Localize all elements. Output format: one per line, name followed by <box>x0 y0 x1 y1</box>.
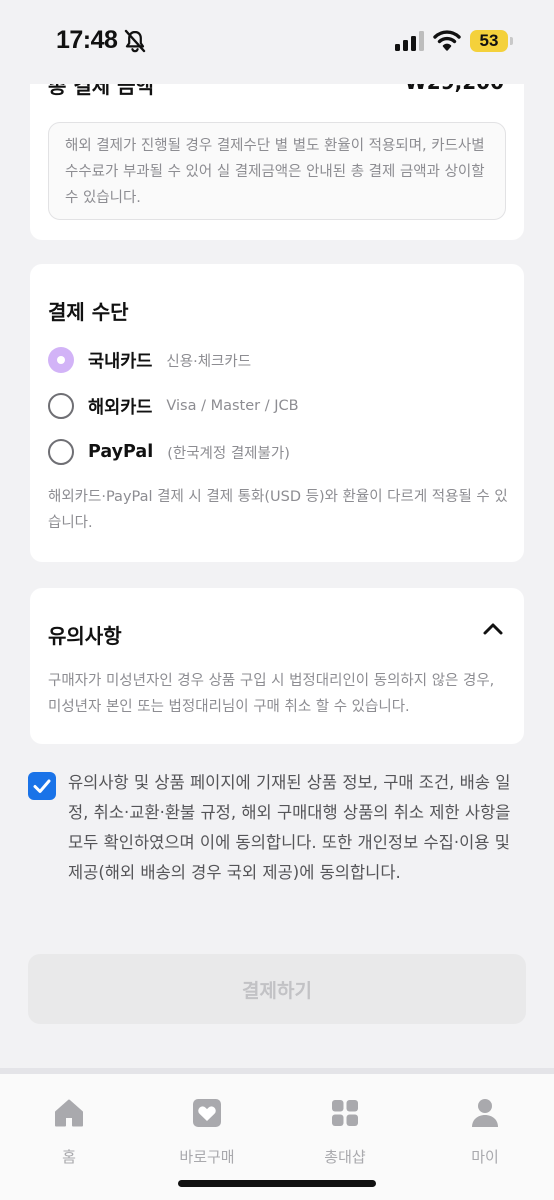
nav-label: 홈 <box>62 1148 76 1166</box>
payment-method-card: 결제 수단 국내카드 신용·체크카드 해외카드 Visa / Master / … <box>30 264 524 562</box>
status-time: 17:48 <box>56 26 118 54</box>
signal-icon <box>395 31 424 51</box>
option-sub: Visa / Master / JCB <box>166 398 299 414</box>
pay-button[interactable]: 결제하기 <box>28 954 526 1024</box>
nav-label: 총대샵 <box>324 1148 366 1166</box>
radio-empty-icon[interactable] <box>48 439 74 465</box>
home-icon <box>55 1099 83 1127</box>
checkmark-icon <box>33 779 51 793</box>
grid-icon <box>332 1100 358 1126</box>
nav-item-direct-buy[interactable]: 바로구매 <box>152 1096 262 1176</box>
agreement-text[interactable]: 유의사항 및 상품 페이지에 기재된 상품 정보, 구매 조건, 배송 일정, … <box>68 768 528 888</box>
home-indicator <box>178 1180 376 1187</box>
nav-label: 바로구매 <box>179 1148 235 1166</box>
payment-option-domestic-card[interactable]: 국내카드 신용·체크카드 <box>48 346 251 374</box>
nav-item-home[interactable]: 홈 <box>14 1096 124 1176</box>
option-sub: (한국계정 결제불가) <box>167 445 290 462</box>
heart-icon <box>193 1099 221 1127</box>
caution-text: 구매자가 미성년자인 경우 상품 구입 시 법정대리인이 동의하지 않은 경우,… <box>48 673 495 715</box>
payment-method-title: 결제 수단 <box>48 300 129 324</box>
caution-title: 유의사항 <box>48 624 122 648</box>
radio-empty-icon[interactable] <box>48 393 74 419</box>
option-label: 해외카드 <box>88 397 153 418</box>
battery-level: 53 <box>479 31 499 50</box>
person-icon <box>472 1099 498 1127</box>
battery-icon: 53 <box>470 30 508 52</box>
option-sub: 신용·체크카드 <box>166 353 252 370</box>
status-bar: 17:48 53 <box>0 0 554 84</box>
payment-note: 해외카드·PayPal 결제 시 결제 통화(USD 등)와 환율이 다르게 적… <box>48 489 508 531</box>
caution-card[interactable]: 유의사항 구매자가 미성년자인 경우 상품 구입 시 법정대리인이 동의하지 않… <box>30 588 524 744</box>
payment-option-overseas-card[interactable]: 해외카드 Visa / Master / JCB <box>48 392 299 420</box>
payment-option-paypal[interactable]: PayPal (한국계정 결제불가) <box>48 438 290 466</box>
battery-tip <box>510 37 513 45</box>
wifi-icon <box>433 30 461 51</box>
exchange-notice: 해외 결제가 진행될 경우 결제수단 별 별도 환율이 적용되며, 카드사별 수… <box>48 122 506 220</box>
nav-item-my[interactable]: 마이 <box>430 1096 540 1176</box>
nav-item-shop[interactable]: 총대샵 <box>290 1096 400 1176</box>
option-label: 국내카드 <box>88 351 153 372</box>
chevron-up-icon[interactable] <box>482 622 504 636</box>
option-label: PayPal <box>88 442 154 462</box>
bell-slash-icon <box>124 29 146 53</box>
nav-label: 마이 <box>471 1148 499 1166</box>
radio-selected-icon[interactable] <box>48 347 74 373</box>
agreement-checkbox[interactable] <box>28 772 56 800</box>
